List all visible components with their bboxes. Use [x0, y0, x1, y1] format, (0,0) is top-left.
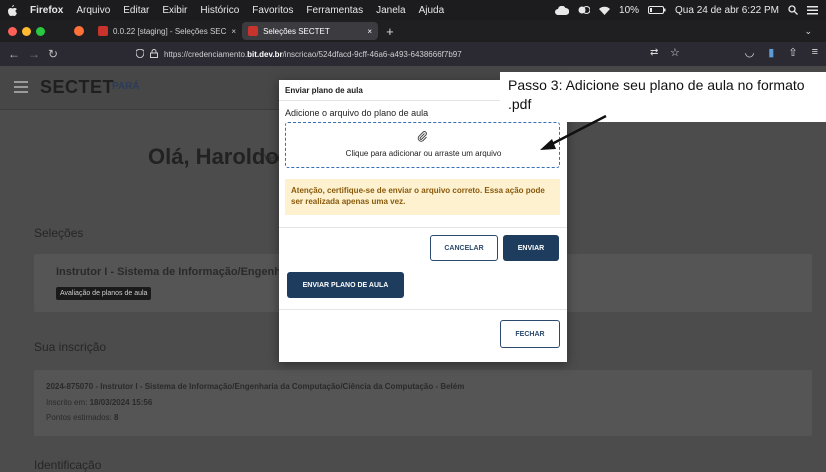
app-menu-icon[interactable]: ≡ [812, 46, 818, 59]
battery-percent: 10% [619, 4, 640, 16]
browser-tab-staging[interactable]: 0.0.22 [staging] - Seleções SEC × [92, 22, 242, 40]
tab-title: Seleções SECTET [263, 26, 330, 36]
browser-toolbar: ← → ↻ https://credenciamento.bit.dev.br/… [0, 42, 826, 66]
chevron-down-icon[interactable]: ⌄ [804, 26, 812, 37]
tutorial-callout: Passo 3: Adicione seu plano de aula no f… [500, 72, 826, 122]
close-icon[interactable]: × [231, 27, 236, 36]
section-title-selecoes: Seleções [34, 226, 84, 240]
translate-icon[interactable]: ⇄ [650, 47, 658, 58]
menubar-clock[interactable]: Qua 24 de abr 6:22 PM [675, 5, 779, 16]
menu-ajuda[interactable]: Ajuda [419, 5, 445, 16]
send-lesson-plan-button[interactable]: ENVIAR PLANO DE AULA [287, 272, 404, 298]
inscription-title: 2024-875070 - Instrutor I - Sistema de I… [46, 382, 465, 391]
inscription-date: Inscrito em: 18/03/2024 15:56 [46, 398, 153, 407]
sectet-logo: SECTET [40, 77, 115, 97]
para-logo: PARÁ [112, 81, 140, 92]
minimize-window-button[interactable] [22, 26, 31, 36]
warning-alert: Atenção, certifique-se de enviar o arqui… [285, 179, 560, 215]
paperclip-icon [416, 129, 428, 142]
divider [279, 309, 567, 310]
cancel-button[interactable]: CANCELAR [430, 235, 498, 261]
menu-historico[interactable]: Histórico [200, 5, 239, 16]
send-button[interactable]: ENVIAR [503, 235, 559, 261]
menu-exibir[interactable]: Exibir [162, 5, 187, 16]
battery-icon[interactable] [648, 6, 666, 14]
status-badge: Avaliação de planos de aula [56, 287, 152, 300]
modal-title: Enviar plano de aula [285, 86, 363, 95]
close-icon[interactable]: × [367, 27, 372, 36]
verify-text: Veri [264, 153, 280, 163]
selection-title: Instrutor I - Sistema de Informação/Enge… [56, 266, 281, 278]
menu-ferramentas[interactable]: Ferramentas [306, 5, 363, 16]
window-controls [0, 26, 74, 36]
file-dropzone[interactable]: Clique para adicionar ou arraste um arqu… [285, 122, 560, 168]
menu-extras-icon[interactable] [807, 5, 818, 15]
section-title-identificacao: Identificação [34, 458, 102, 472]
divider [279, 227, 567, 228]
callout-text: Passo 3: Adicione seu plano de aula no f… [508, 77, 805, 112]
tab-favicon [248, 26, 259, 36]
menu-arquivo[interactable]: Arquivo [76, 5, 110, 16]
screenshot-frame: Firefox Arquivo Editar Exibir Histórico … [0, 0, 826, 472]
new-tab-icon[interactable]: + [386, 24, 394, 39]
pocket-icon[interactable]: ◡ [745, 46, 755, 59]
close-window-button[interactable] [8, 26, 17, 36]
menu-editar[interactable]: Editar [123, 5, 149, 16]
tab-title: 0.0.22 [staging] - Seleções SEC [113, 26, 227, 36]
wifi-icon[interactable] [599, 6, 611, 15]
browser-tab-selecoes[interactable]: Seleções SECTET × [242, 22, 379, 40]
menu-favoritos[interactable]: Favoritos [252, 5, 293, 16]
bookmark-star-icon[interactable]: ☆ [670, 46, 680, 59]
macos-menubar: Firefox Arquivo Editar Exibir Histórico … [0, 0, 826, 20]
hamburger-menu-icon[interactable] [14, 81, 28, 93]
warning-alert-text: Atenção, certifique-se de enviar o arqui… [291, 186, 545, 206]
menu-firefox[interactable]: Firefox [30, 5, 63, 16]
spotlight-icon[interactable] [788, 5, 798, 15]
share-icon[interactable]: ⇧ [788, 46, 797, 59]
cloud-icon[interactable] [555, 5, 570, 15]
greeting: Olá, Haroldo [148, 144, 279, 169]
control-center-icon[interactable] [578, 5, 591, 15]
url-text: https://credenciamento.bit.dev.br/inscri… [164, 49, 462, 59]
apple-icon[interactable] [8, 4, 17, 16]
reload-icon[interactable]: ↻ [48, 47, 58, 61]
forward-arrow-icon[interactable]: → [28, 47, 40, 61]
dropzone-text: Clique para adicionar ou arraste um arqu… [345, 149, 502, 158]
lock-icon[interactable] [150, 48, 158, 60]
firefox-tab-icon[interactable] [74, 26, 84, 36]
back-arrow-icon[interactable]: ← [8, 47, 20, 61]
browser-tab-bar: 0.0.22 [staging] - Seleções SEC × Seleçõ… [0, 20, 826, 42]
inscription-points: Pontos estimados: 8 [46, 413, 119, 422]
menu-janela[interactable]: Janela [376, 5, 405, 16]
tab-favicon [98, 26, 108, 36]
file-field-label: Adicione o arquivo do plano de aula [285, 108, 429, 118]
section-title-inscricao: Sua inscrição [34, 340, 107, 354]
inscription-card: 2024-875070 - Instrutor I - Sistema de I… [34, 370, 812, 436]
address-bar[interactable]: https://credenciamento.bit.dev.br/inscri… [135, 46, 696, 62]
shield-icon[interactable] [135, 47, 145, 60]
close-button[interactable]: FECHAR [500, 320, 560, 348]
send-lesson-plan-modal: Enviar plano de aula Adicione o arquivo … [279, 80, 567, 362]
zoom-window-button[interactable] [36, 26, 45, 36]
extension-icon[interactable]: ▮ [768, 46, 774, 59]
